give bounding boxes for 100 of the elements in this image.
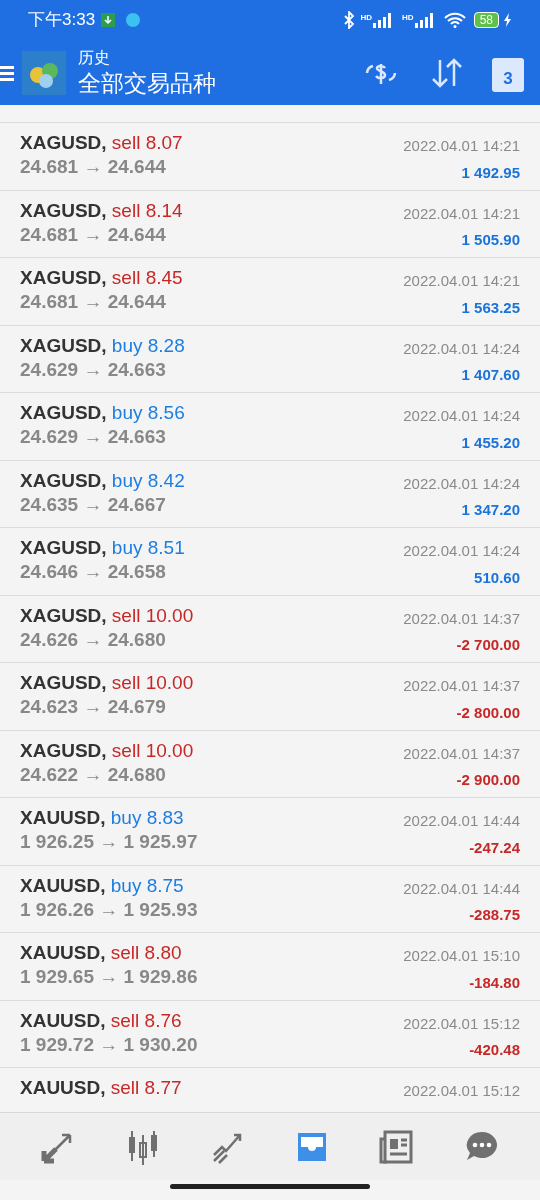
trade-order: sell 8.77 <box>110 1077 182 1098</box>
trade-order: sell 10.00 <box>111 672 194 693</box>
calendar-day: 3 <box>503 68 513 88</box>
trade-order: sell 8.45 <box>111 267 183 288</box>
trade-prices: 24.623 → 24.679 <box>20 695 167 719</box>
trade-time: 2022.04.01 14:37 <box>403 608 520 629</box>
trade-time: 2022.04.01 14:44 <box>403 878 520 899</box>
trade-prices: 24.629 → 24.663 <box>20 357 167 382</box>
trade-order: buy 8.51 <box>111 537 185 558</box>
battery-level: 58 <box>473 12 499 28</box>
trade-row[interactable]: XAGUSD, buy 8.51 24.646 → 24.658 2022.04.01 14:24 510.60 <box>0 528 540 596</box>
trade-prices: 1 926.26 → 1 925.93 <box>20 897 198 922</box>
trade-profit: 1 492.95 <box>461 162 520 183</box>
screen-subtitle: 全部交易品种 <box>78 68 217 98</box>
trade-time: 2022.04.01 15:12 <box>403 1081 520 1101</box>
status-time: 下午3:33 <box>28 9 96 32</box>
trade-row[interactable]: XAGUSD, sell 8.45 24.681 → 24.644 2022.04.01 14:21 1 563.25 <box>0 258 540 326</box>
trade-order: sell 10.00 <box>111 739 194 761</box>
trade-order: sell 8.07 <box>111 132 183 153</box>
trade-order: buy 8.42 <box>111 469 185 491</box>
trade-profit: -2 800.00 <box>456 702 520 723</box>
trade-symbol: XAGUSD, <box>20 739 107 761</box>
trade-order: sell 8.76 <box>110 1009 182 1031</box>
signal-icon <box>413 12 436 28</box>
trade-symbol: XAUUSD, <box>20 942 106 963</box>
sort-icon <box>430 57 464 88</box>
trade-order: sell 8.14 <box>111 199 183 221</box>
trade-symbol: XAUUSD, <box>20 874 106 896</box>
trade-row[interactable]: XAGUSD, sell 10.00 24.622 → 24.680 2022.04.01 14:37 -2 900.00 <box>0 730 540 798</box>
trade-order: buy 8.83 <box>110 807 184 828</box>
trade-order: buy 8.75 <box>110 874 184 896</box>
trade-symbol: XAGUSD, <box>20 267 107 288</box>
trade-row[interactable]: XAUUSD, sell 8.80 1 929.65 → 1 929.86 2022.04.01 15:10 -184.80 <box>0 933 540 1001</box>
trade-time: 2022.04.01 14:21 <box>403 136 520 156</box>
trade-profit: 510.60 <box>474 567 520 588</box>
trade-row[interactable]: XAUUSD, sell 8.76 1 929.72 → 1 930.20 2022.04.01 15:12 -420.48 <box>0 1000 540 1068</box>
trade-symbol: XAGUSD, <box>20 672 107 693</box>
trade-order: sell 8.80 <box>110 942 182 963</box>
trade-profit: -2 900.00 <box>456 770 520 790</box>
trade-symbol: XAGUSD, <box>20 402 107 423</box>
trade-time: 2022.04.01 15:10 <box>403 946 520 966</box>
trade-symbol: XAUUSD, <box>20 1077 106 1098</box>
trade-row[interactable]: XAGUSD, buy 8.42 24.635 → 24.667 2022.04.01 14:24 1 347.20 <box>0 460 540 528</box>
screen-title: 历史 <box>78 47 111 68</box>
trade-prices: 1 926.25 → 1 925.97 <box>20 830 198 854</box>
trade-prices: 1 929.72 → 1 930.20 <box>20 1032 198 1057</box>
trade-order: buy 8.56 <box>111 402 185 423</box>
trade-symbol: XAGUSD, <box>20 537 107 558</box>
trade-prices: 24.626 → 24.680 <box>20 627 167 652</box>
trade-symbol: XAGUSD, <box>20 604 107 626</box>
trade-order: sell 10.00 <box>111 604 194 626</box>
trade-symbol: XAGUSD, <box>20 334 107 356</box>
trade-profit: -247.24 <box>469 837 520 858</box>
trade-row[interactable]: XAGUSD, buy 8.28 24.629 → 24.663 2022.04.01 14:24 1 407.60 <box>0 325 540 393</box>
newspaper-icon <box>378 1128 415 1165</box>
trade-time: 2022.04.01 14:37 <box>403 743 520 764</box>
trade-row[interactable]: XAGUSD, buy 8.56 24.629 → 24.663 2022.04.01 14:24 1 455.20 <box>0 393 540 461</box>
network-type-label: HD <box>402 12 414 24</box>
trade-row[interactable]: XAGUSD, sell 8.14 24.681 → 24.644 2022.04.01 14:21 1 505.90 <box>0 190 540 258</box>
trade-row[interactable]: XAUUSD, buy 8.83 1 926.25 → 1 925.97 2022.04.01 14:44 -247.24 <box>0 798 540 866</box>
trade-profit: 1 347.20 <box>461 500 520 520</box>
trade-profit: -288.75 <box>469 905 520 925</box>
bluetooth-icon <box>342 11 355 29</box>
trade-time: 2022.04.01 14:24 <box>403 473 520 494</box>
trade-prices: 24.646 → 24.658 <box>20 560 167 584</box>
network-type-label: HD <box>360 12 373 24</box>
app-logo <box>22 50 66 95</box>
trade-row[interactable]: XAUUSD, buy 8.75 1 926.26 → 1 925.93 2022.04.01 14:44 -288.75 <box>0 865 540 933</box>
trade-profit: -420.48 <box>469 1040 520 1060</box>
trade-symbol: XAUUSD, <box>20 807 106 828</box>
trade-symbol: XAGUSD, <box>20 469 107 491</box>
trade-time: 2022.04.01 14:37 <box>403 676 520 696</box>
trade-prices: 24.681 → 24.644 <box>20 222 167 247</box>
trade-prices: 24.629 → 24.663 <box>20 425 167 449</box>
wifi-icon <box>443 12 466 28</box>
trade-row[interactable]: XAGUSD, sell 10.00 24.623 → 24.679 2022.04.01 14:37 -2 800.00 <box>0 663 540 731</box>
calendar-button[interactable]: 3 <box>492 57 524 92</box>
trade-symbol: XAUUSD, <box>20 1009 106 1031</box>
trade-row[interactable]: XAGUSD, sell 10.00 24.626 → 24.680 2022.04.01 14:37 -2 700.00 <box>0 595 540 663</box>
trade-profit: 1 455.20 <box>461 432 520 453</box>
trade-time: 2022.04.01 14:24 <box>403 338 520 359</box>
trade-profit: -184.80 <box>469 972 520 993</box>
trade-profit: 1 407.60 <box>461 365 520 385</box>
trade-time: 2022.04.01 14:21 <box>403 271 520 291</box>
trade-profit: -2 700.00 <box>456 635 520 655</box>
trade-symbol: XAGUSD, <box>20 132 107 153</box>
trade-symbol: XAGUSD, <box>20 199 107 221</box>
trade-time: 2022.04.01 14:44 <box>403 811 520 831</box>
circle-notification-icon <box>125 12 142 28</box>
trade-prices: 24.681 → 24.644 <box>20 290 167 314</box>
trade-time: 2022.04.01 15:12 <box>403 1013 520 1034</box>
trade-row[interactable]: XAGUSD, sell 8.07 24.681 → 24.644 2022.04.01 14:21 1 492.95 <box>0 123 540 191</box>
trade-time: 2022.04.01 14:21 <box>403 203 520 224</box>
trade-prices: 24.622 → 24.680 <box>20 762 167 787</box>
trade-prices: 24.635 → 24.667 <box>20 492 167 517</box>
download-notification-icon <box>101 13 116 27</box>
trade-time: 2022.04.01 14:24 <box>403 406 520 426</box>
trade-profit: 1 563.25 <box>461 297 520 318</box>
trade-prices: 24.681 → 24.644 <box>20 155 167 179</box>
menu-icon[interactable] <box>0 63 14 82</box>
